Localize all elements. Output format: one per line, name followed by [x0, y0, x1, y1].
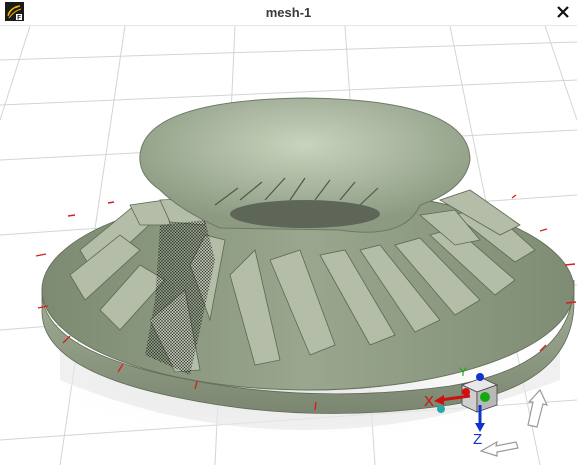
- graphics-viewport[interactable]: X Y Z: [0, 26, 577, 465]
- close-icon[interactable]: [553, 2, 573, 22]
- y-axis-top-dot: [476, 373, 484, 381]
- y-axis-label: Y: [459, 365, 467, 379]
- z-axis-label: Z: [473, 431, 482, 448]
- shroud-inlet: [230, 200, 380, 228]
- rotate-left-arrow-icon[interactable]: [479, 440, 519, 457]
- title-bar: F mesh-1: [0, 0, 577, 26]
- mesh-window: F mesh-1 X Y Z: [0, 0, 577, 465]
- y-axis-dot: [480, 392, 490, 402]
- x-axis-label: X: [424, 393, 434, 410]
- window-title: mesh-1: [265, 5, 312, 20]
- x-axis-dot: [462, 388, 470, 396]
- iso-view-dot: [437, 405, 445, 413]
